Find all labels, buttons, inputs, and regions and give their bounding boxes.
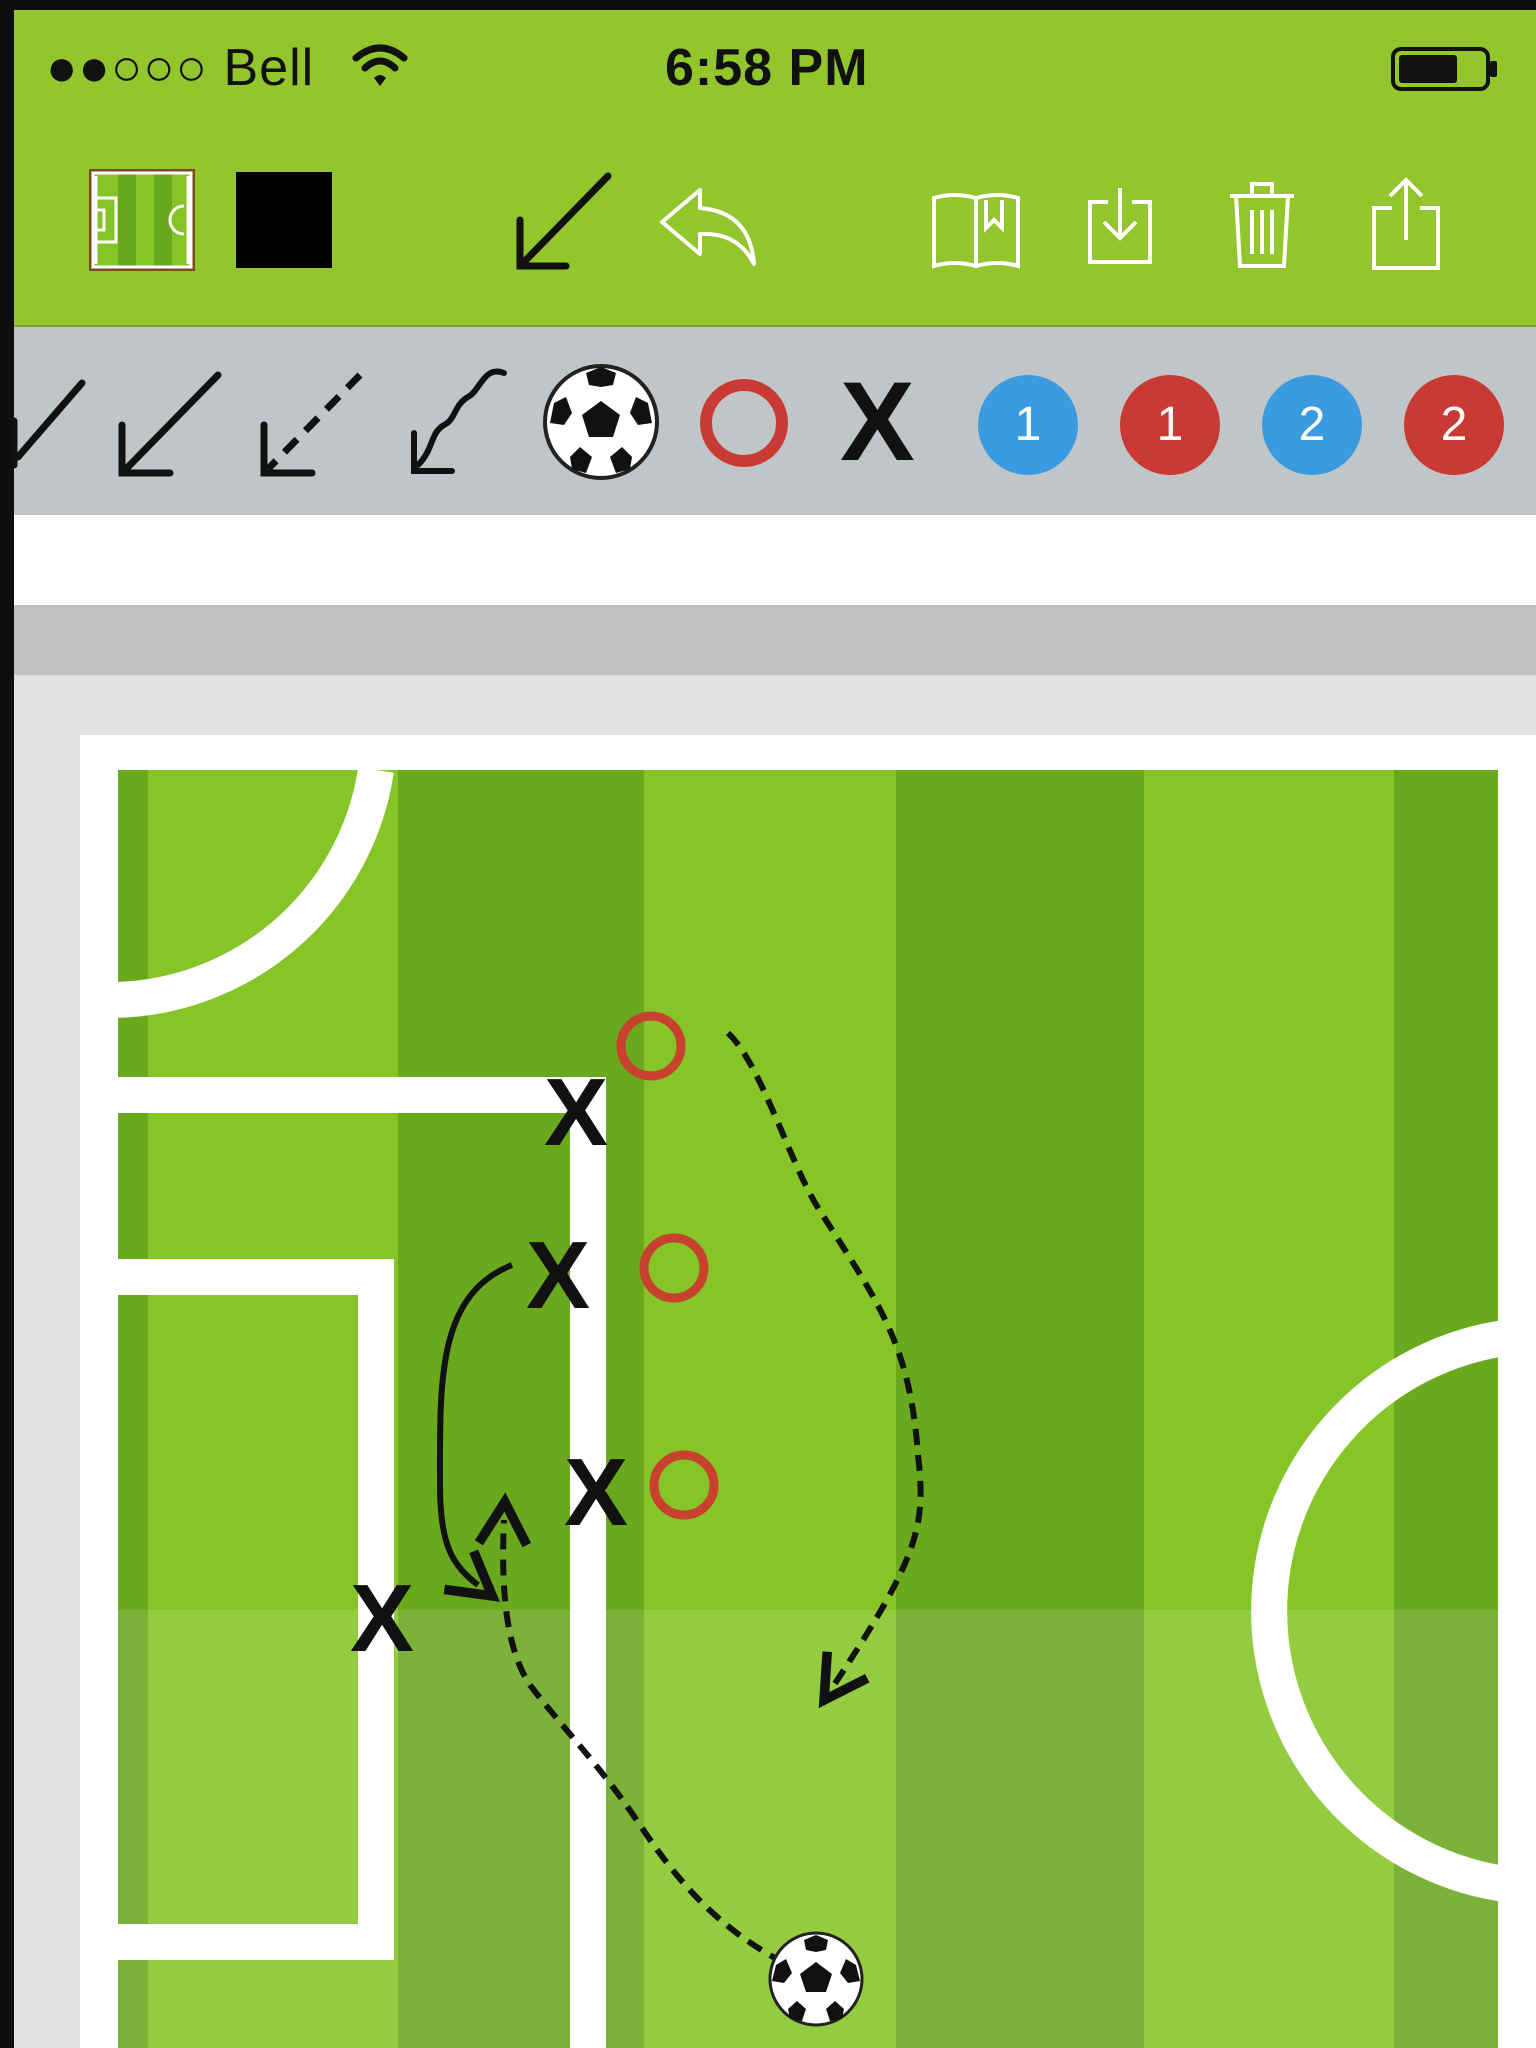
app-screen: ●●○○○ Bell 6:58 PM X 1 1 2 2 X X X X [0,0,1536,2048]
drawing-palette: X 1 1 2 2 [0,327,1536,515]
solid-arrow-icon[interactable] [114,369,226,479]
color-swatch[interactable] [236,172,332,268]
clock: 6:58 PM [665,39,869,97]
dashed-arrow-icon[interactable] [256,369,368,479]
share-icon[interactable] [1368,174,1444,274]
partial-arrow-icon[interactable] [4,377,88,473]
carrier-label: ●●○○○ Bell [46,39,315,97]
red-player-2-badge[interactable]: 2 [1404,375,1504,475]
download-icon[interactable] [1084,184,1156,268]
book-icon[interactable] [930,188,1022,272]
canvas-margin [0,515,1536,605]
x-marker-icon[interactable]: X [840,366,915,478]
red-player-1-badge[interactable]: 1 [1120,375,1220,475]
board-top-strip [0,605,1536,675]
pitch-grass [118,770,1498,2048]
player-x-1[interactable]: X [544,1059,608,1166]
ball-on-pitch[interactable] [768,1931,864,2027]
wifi-icon [352,44,408,86]
trash-icon[interactable] [1226,178,1298,272]
red-circle-icon[interactable] [696,375,792,471]
battery-icon [1391,47,1497,91]
device-bezel-top [0,0,1536,10]
device-bezel-left [0,0,14,2048]
player-x-3[interactable]: X [564,1439,628,1546]
soccer-ball-icon[interactable] [540,361,662,483]
undo-icon[interactable] [658,184,762,268]
blue-player-2-badge[interactable]: 2 [1262,375,1362,475]
wavy-arrow-icon[interactable] [404,365,512,479]
player-x-2[interactable]: X [526,1222,590,1329]
player-x-4[interactable]: X [350,1565,414,1672]
field-thumbnail-icon[interactable] [88,168,196,272]
tactics-board[interactable]: X X X X [0,605,1536,2048]
arrow-tool-icon[interactable] [512,170,616,274]
top-toolbar [0,128,1536,327]
blue-player-1-badge[interactable]: 1 [978,375,1078,475]
status-bar: ●●○○○ Bell 6:58 PM [0,0,1536,128]
